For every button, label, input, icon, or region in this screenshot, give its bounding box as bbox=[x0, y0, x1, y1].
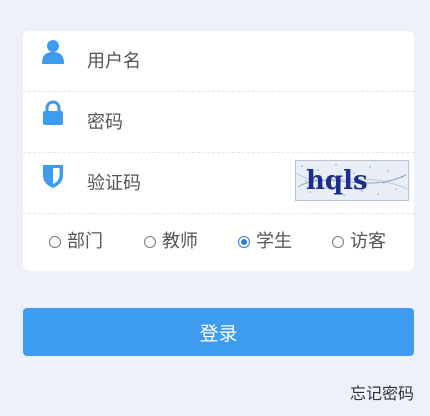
password-input[interactable] bbox=[87, 102, 287, 142]
radio-button[interactable] bbox=[332, 236, 344, 248]
username-row bbox=[23, 31, 414, 92]
captcha-input[interactable] bbox=[87, 163, 287, 203]
role-label: 部门 bbox=[67, 231, 103, 252]
user-icon bbox=[41, 39, 65, 65]
role-option-department[interactable]: 部门 bbox=[49, 230, 103, 254]
role-option-student[interactable]: 学生 bbox=[238, 230, 292, 254]
radio-button-selected[interactable] bbox=[238, 236, 250, 248]
forgot-password-link[interactable]: 忘记密码 bbox=[350, 383, 414, 405]
captcha-image[interactable]: hqls bbox=[295, 160, 409, 201]
captcha-row: hqls bbox=[23, 153, 414, 214]
role-label: 访客 bbox=[350, 231, 386, 252]
username-input[interactable] bbox=[87, 41, 287, 81]
radio-button[interactable] bbox=[144, 236, 156, 248]
captcha-text: hqls bbox=[306, 166, 368, 196]
role-option-teacher[interactable]: 教师 bbox=[144, 230, 198, 254]
login-card: hqls 部门 教师 学生 访客 bbox=[23, 31, 414, 271]
login-button[interactable]: 登录 bbox=[23, 308, 414, 356]
role-option-visitor[interactable]: 访客 bbox=[332, 230, 386, 254]
role-label: 学生 bbox=[256, 231, 292, 252]
role-selector: 部门 教师 学生 访客 bbox=[23, 214, 414, 271]
role-label: 教师 bbox=[162, 231, 198, 252]
password-row bbox=[23, 92, 414, 153]
radio-button[interactable] bbox=[49, 236, 61, 248]
lock-icon bbox=[41, 100, 65, 126]
shield-icon bbox=[41, 163, 65, 189]
